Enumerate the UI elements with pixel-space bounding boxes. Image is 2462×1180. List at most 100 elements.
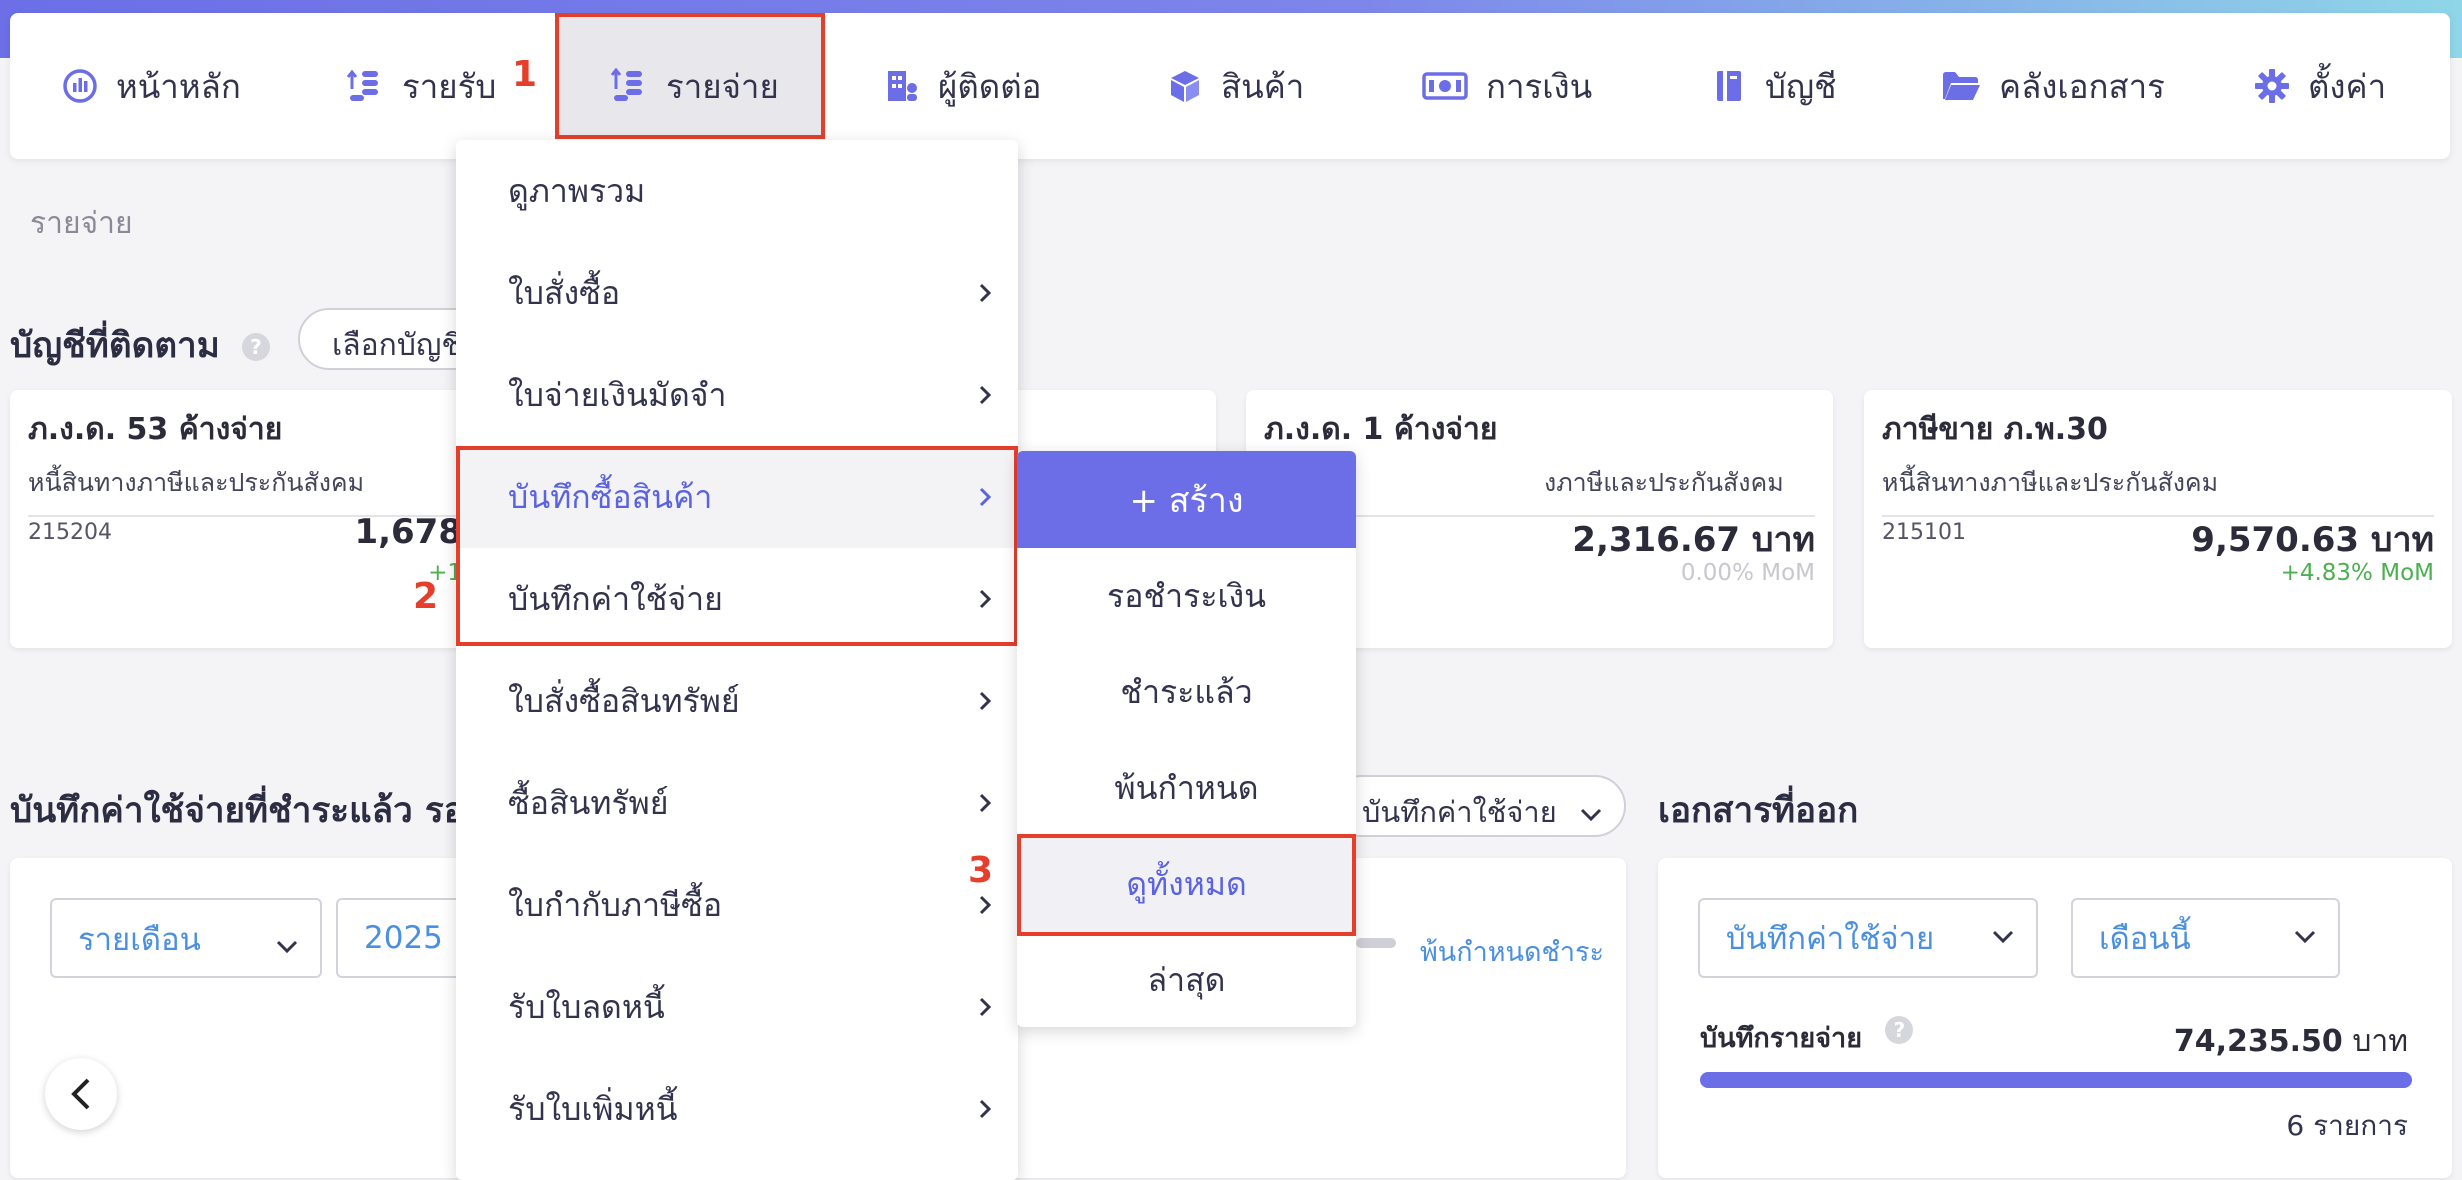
nav-label: การเงิน [1486, 66, 1593, 106]
chart-icon [63, 69, 97, 103]
issued-amount-value: 74,235.50 [2173, 1024, 2343, 1059]
issued-doc-type-label: บันทึกค่าใช้จ่าย [1726, 921, 1935, 957]
card-amount: 1,678 [354, 512, 462, 552]
ledger-icon [1717, 71, 1741, 101]
menu-item-deposit-payment[interactable]: ใบจ่ายเงินมัดจำ [456, 344, 1018, 446]
card-amount: 2,316.67 บาท [1572, 520, 1815, 560]
submenu-item-latest[interactable]: ล่าสุด [1017, 932, 1356, 1027]
chevron-right-icon [979, 487, 992, 507]
menu-item-overview[interactable]: ดูภาพรวม [456, 140, 1018, 242]
issued-count: 6 รายการ [2286, 1109, 2408, 1142]
step-annotation-2: 2 [413, 576, 439, 617]
nav-item-settings[interactable]: ตั้งค่า [2254, 13, 2386, 159]
menu-item-label: ใบจ่ายเงินมัดจำ [508, 375, 727, 414]
nav-item-documents[interactable]: คลังเอกสาร [1941, 13, 2165, 159]
menu-item-label: ดูภาพรวม [508, 171, 646, 210]
chevron-down-icon [1992, 930, 2014, 944]
watch-card[interactable]: ภ.ง.ด. 53 ค้างจ่าย หนี้สินทางภาษีและประก… [10, 390, 480, 648]
card-subtitle: หนี้สินทางภาษีและประกันสังคม [1882, 463, 2434, 517]
nav-label: บัญชี [1765, 66, 1837, 106]
expense-dropdown-menu: ดูภาพรวม ใบสั่งซื้อ ใบจ่ายเงินมัดจำ บันท… [456, 140, 1018, 1180]
issued-metric-label: บันทึกรายจ่าย ? [1700, 1016, 1914, 1059]
menu-item-debit-note[interactable]: รับใบเพิ่มหนี้ [456, 1058, 1018, 1160]
nav-item-finance[interactable]: การเงิน [1422, 13, 1592, 159]
issued-progress-bar [1700, 1072, 2412, 1088]
nav-item-expense[interactable]: รายจ่าย [610, 13, 779, 159]
issued-amount-unit: บาท [2352, 1024, 2408, 1059]
money-icon [1422, 72, 1468, 100]
submenu-item-paid[interactable]: ชำระแล้ว [1017, 644, 1356, 740]
menu-item-label: บันทึกค่าใช้จ่าย [508, 579, 723, 618]
chevron-right-icon [979, 385, 992, 405]
menu-item-label: รับใบเพิ่มหนี้ [508, 1089, 678, 1128]
card-mom: +4.83% MoM [2280, 560, 2434, 586]
year-select[interactable]: 2025 [336, 898, 476, 978]
gear-icon [2255, 69, 2289, 103]
submenu-item-awaiting-payment[interactable]: รอชำระเงิน [1017, 548, 1356, 644]
card-subtitle: หนี้สินทางภาษีและประกันสังคม [28, 463, 462, 517]
expenses-section-title: บันทึกค่าใช้จ่ายที่ชำระแล้ว รอชำ [10, 791, 509, 831]
period-select-label: รายเดือน [78, 922, 201, 958]
nav-label: รายจ่าย [666, 66, 779, 106]
menu-item-purchase-record[interactable]: บันทึกซื้อสินค้า [456, 446, 1018, 548]
card-account-code: 215101 [1882, 520, 1966, 545]
menu-item-label: บันทึกซื้อสินค้า [508, 477, 713, 516]
nav-item-products[interactable]: สินค้า [1167, 13, 1304, 159]
nav-label: ตั้งค่า [2308, 66, 2387, 106]
card-mom: 0.00% MoM [1680, 560, 1815, 586]
nav-item-home[interactable]: หน้าหลัก [62, 13, 241, 159]
chevron-down-icon [1580, 808, 1601, 822]
watch-title: บัญชีที่ติดตาม ? [10, 318, 270, 373]
chevron-right-icon [979, 1099, 992, 1119]
menu-item-label: ใบกำกับภาษีซื้อ [508, 885, 723, 924]
chevron-down-icon [2294, 930, 2316, 944]
chevron-right-icon [979, 283, 992, 303]
purchase-record-submenu: + สร้าง รอชำระเงิน ชำระแล้ว พ้นกำหนด ดูท… [1017, 451, 1356, 1027]
menu-item-label: รับใบลดหนี้ [508, 987, 665, 1026]
doc-type-select-label: บันทึกค่าใช้จ่าย [1362, 795, 1557, 829]
submenu-item-overdue[interactable]: พ้นกำหนด [1017, 740, 1356, 836]
nav-item-income[interactable]: รายรับ [346, 13, 496, 159]
help-icon[interactable]: ? [1885, 1016, 1914, 1044]
menu-item-asset-purchase-order[interactable]: ใบสั่งซื้อสินทรัพย์ [456, 650, 1018, 752]
issued-docs-title: เอกสารที่ออก [1658, 791, 1859, 831]
breadcrumb: รายจ่าย [30, 206, 133, 241]
issued-amount: 74,235.50 บาท [2174, 1018, 2408, 1065]
nav-item-contacts[interactable]: ผู้ติดต่อ [884, 13, 1041, 159]
building-icon [888, 71, 917, 101]
period-select[interactable]: รายเดือน [50, 898, 322, 978]
coins-up-icon [346, 69, 378, 101]
card-amount: 9,570.63 บาท [2191, 520, 2434, 560]
create-button[interactable]: + สร้าง [1017, 451, 1356, 548]
chevron-right-icon [979, 997, 992, 1017]
menu-item-credit-note[interactable]: รับใบลดหนี้ [456, 956, 1018, 1058]
chevron-right-icon [979, 895, 992, 915]
menu-item-label: ซื้อสินทรัพย์ [508, 783, 669, 822]
nav-label: สินค้า [1221, 66, 1305, 106]
step-annotation-3: 3 [968, 850, 994, 891]
menu-item-label: ใบสั่งซื้อสินทรัพย์ [508, 681, 740, 720]
nav-item-accounts[interactable]: บัญชี [1713, 13, 1836, 159]
menu-item-buy-asset[interactable]: ซื้อสินทรัพย์ [456, 752, 1018, 854]
legend-swatch-overdue [1356, 938, 1396, 948]
coins-down-icon [610, 67, 642, 101]
submenu-item-view-all[interactable]: ดูทั้งหมด [1017, 836, 1356, 932]
menu-item-purchase-tax-invoice[interactable]: ใบกำกับภาษีซื้อ [456, 854, 1018, 956]
issued-doc-type-select[interactable]: บันทึกค่าใช้จ่าย [1698, 898, 2038, 978]
nav-label: ผู้ติดต่อ [938, 66, 1042, 106]
issued-month-select[interactable]: เดือนนี้ [2071, 898, 2340, 978]
folder-icon [1943, 72, 1980, 100]
watch-card[interactable]: ภาษีขาย ภ.พ.30 หนี้สินทางภาษีและประกันสั… [1864, 390, 2452, 648]
card-account-code: 215204 [28, 520, 112, 545]
menu-item-expense-record[interactable]: บันทึกค่าใช้จ่าย [456, 548, 1018, 650]
menu-item-purchase-order[interactable]: ใบสั่งซื้อ [456, 242, 1018, 344]
chevron-down-icon [276, 940, 298, 954]
nav-label: รายรับ [402, 66, 497, 106]
doc-type-select[interactable]: บันทึกค่าใช้จ่าย [1330, 775, 1626, 837]
chevron-right-icon [979, 793, 992, 813]
chevron-left-icon [71, 1078, 90, 1110]
chart-prev-button[interactable] [45, 1058, 117, 1130]
help-icon[interactable]: ? [241, 333, 270, 361]
legend-overdue: พ้นกำหนดชำระ [1420, 937, 1605, 968]
nav-label: หน้าหลัก [116, 66, 241, 106]
